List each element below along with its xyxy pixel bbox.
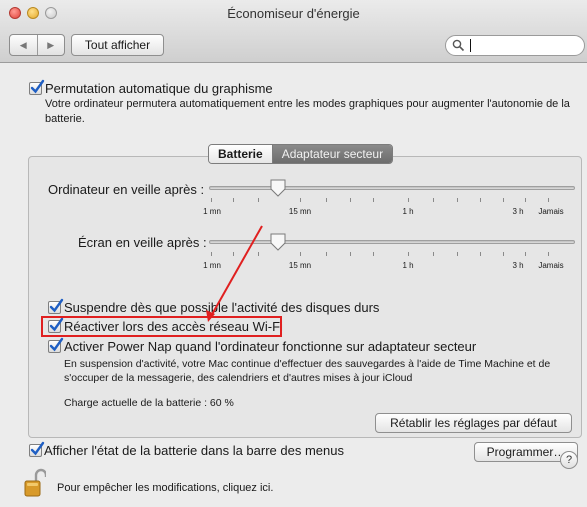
checkmark-icon [30,441,45,456]
lock-icon[interactable] [24,468,46,498]
annotation-arrow [206,225,263,322]
lock-text[interactable]: Pour empêcher les modifications, cliquez… [57,482,273,494]
show-battery-status-checkbox[interactable] [29,441,45,457]
show-battery-status-label: Afficher l'état de la batterie dans la b… [44,443,344,458]
energy-saver-window: Économiseur d'énergie ◀ ▶ Tout afficher … [0,0,587,507]
help-button[interactable]: ? [560,451,578,469]
